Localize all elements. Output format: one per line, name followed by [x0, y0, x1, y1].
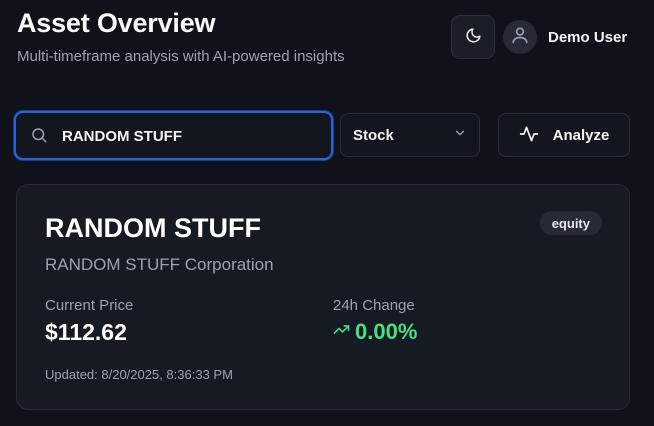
current-price-value: $112.62 — [45, 319, 127, 345]
asset-company-name: RANDOM STUFF Corporation — [45, 255, 274, 274]
asset-ticker: RANDOM STUFF — [45, 213, 261, 243]
activity-icon — [519, 124, 539, 147]
analyze-button[interactable]: Analyze — [498, 113, 630, 157]
asset-card: RANDOM STUFF RANDOM STUFF Corporation eq… — [16, 184, 630, 410]
current-price-label: Current Price — [45, 297, 134, 314]
search-icon — [30, 126, 48, 149]
avatar — [503, 20, 537, 54]
last-updated: Updated: 8/20/2025, 8:36:33 PM — [45, 367, 233, 382]
theme-toggle-button[interactable] — [451, 15, 495, 59]
asset-class-badge: equity — [539, 211, 602, 235]
page-title: Asset Overview — [17, 8, 216, 38]
trending-up-icon — [333, 321, 350, 343]
asset-type-value: Stock — [353, 126, 394, 144]
page-subtitle: Multi-timeframe analysis with AI-powered… — [17, 48, 345, 65]
user-name: Demo User — [548, 28, 628, 46]
asset-type-select[interactable]: Stock — [340, 113, 480, 157]
change-24h-label: 24h Change — [333, 297, 415, 314]
user-menu[interactable]: Demo User — [503, 20, 627, 54]
analyze-label: Analyze — [552, 126, 610, 144]
search-input[interactable] — [62, 124, 322, 148]
user-icon — [510, 25, 530, 50]
search-box[interactable] — [14, 111, 333, 160]
chevron-down-icon — [453, 126, 467, 145]
page-header: Asset Overview Multi-timeframe analysis … — [17, 8, 637, 70]
change-24h-value: 0.00% — [355, 319, 418, 344]
moon-icon — [465, 27, 482, 47]
search-controls: Stock Analyze — [14, 111, 632, 161]
change-24h: 0.00% — [333, 319, 417, 345]
